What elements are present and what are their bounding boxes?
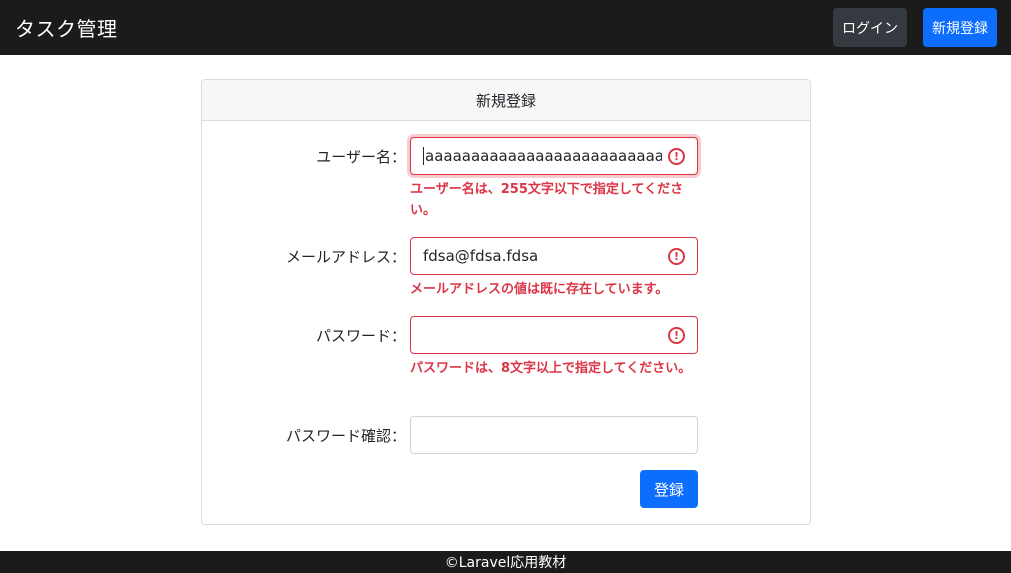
email-value: fdsa@fdsa.fdsa <box>423 247 539 265</box>
navbar: タスク管理 ログイン 新規登録 <box>0 0 1011 55</box>
username-label: ユーザー名： <box>316 148 406 166</box>
footer: ©Laravel応用教材 <box>0 551 1011 573</box>
username-field[interactable]: aaaaaaaaaaaaaaaaaaaaaaaaaaaaaaaaaaaaa ! <box>410 137 698 175</box>
password-error: パスワードは、8文字以上で指定してください。 <box>410 361 692 376</box>
username-error: ユーザー名は、255文字以下で指定してください。 <box>410 182 684 218</box>
password-label: パスワード： <box>315 327 406 345</box>
error-icon: ! <box>668 326 685 344</box>
register-nav-button[interactable]: 新規登録 <box>923 8 997 47</box>
email-field[interactable]: fdsa@fdsa.fdsa ! <box>410 237 698 275</box>
card-title: 新規登録 <box>202 80 810 121</box>
password-confirm-label: パスワード確認： <box>285 427 406 445</box>
username-value: aaaaaaaaaaaaaaaaaaaaaaaaaaaaaaaaaaaaa <box>425 147 662 165</box>
email-error: メールアドレスの値は既に存在しています。 <box>410 282 669 297</box>
app-brand[interactable]: タスク管理 <box>15 13 118 42</box>
nav-actions: ログイン 新規登録 <box>833 8 997 47</box>
email-label: メールアドレス： <box>285 248 406 266</box>
password-confirm-field[interactable] <box>410 416 698 454</box>
text-caret <box>423 147 424 165</box>
submit-button[interactable]: 登録 <box>640 470 699 508</box>
register-card: 新規登録 ユーザー名： aaaaaaaaaaaaaaaaaaaaaaaaaaaa… <box>201 79 811 525</box>
password-field[interactable]: ! <box>410 316 698 354</box>
error-icon: ! <box>668 247 685 265</box>
error-icon: ! <box>668 147 685 165</box>
login-button[interactable]: ログイン <box>833 8 907 47</box>
